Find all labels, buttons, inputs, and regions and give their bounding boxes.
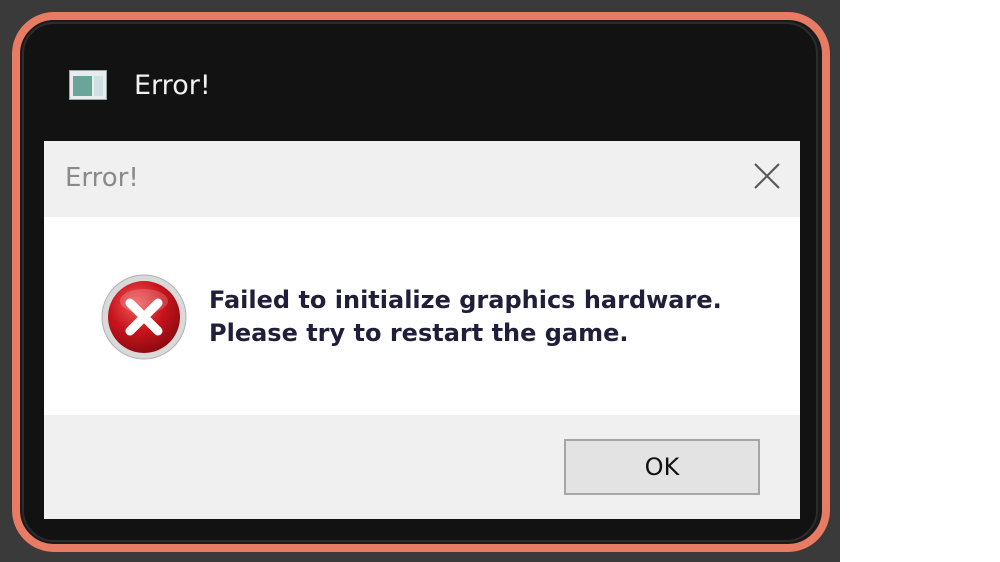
message-line-2: Please try to restart the game. [209, 319, 629, 347]
error-message: Failed to initialize graphics hardware. … [209, 284, 722, 350]
close-button[interactable] [748, 157, 786, 195]
dialog-header: Error! [44, 141, 800, 217]
error-icon [101, 274, 187, 360]
error-window: Error! Error! Failed to initialize graph… [22, 22, 818, 542]
window-titlebar[interactable]: Error! [24, 24, 816, 140]
window-title: Error! [134, 70, 211, 101]
dialog-footer: OK [44, 415, 800, 519]
app-window-icon [69, 70, 107, 100]
dialog-body: Failed to initialize graphics hardware. … [44, 217, 800, 415]
message-box-dialog: Error! Failed to initialize graphics har… [44, 141, 800, 519]
message-line-1: Failed to initialize graphics hardware. [209, 286, 722, 314]
close-icon [754, 163, 780, 189]
dialog-title: Error! [65, 163, 139, 193]
ok-button[interactable]: OK [564, 439, 760, 495]
